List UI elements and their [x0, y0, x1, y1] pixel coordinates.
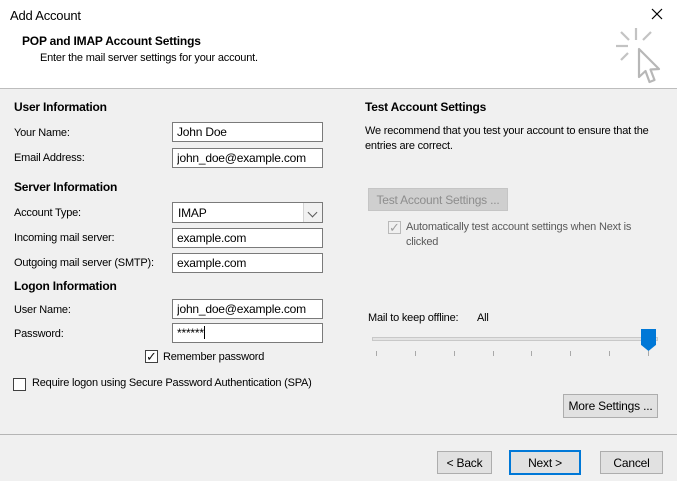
user-name-input[interactable] [172, 299, 323, 319]
account-type-label: Account Type: [14, 207, 81, 219]
remember-password-checkbox[interactable] [145, 349, 158, 365]
test-account-settings-button: Test Account Settings ... [368, 188, 508, 211]
mail-offline-label: Mail to keep offline: [368, 312, 459, 324]
chevron-down-icon [307, 207, 318, 218]
section-test-account-settings: Test Account Settings [365, 100, 487, 114]
incoming-server-label: Incoming mail server: [14, 232, 115, 244]
user-name-label: User Name: [14, 304, 71, 316]
spa-label: Require logon using Secure Password Auth… [32, 377, 312, 389]
back-button[interactable]: < Back [437, 451, 492, 474]
offline-slider-track[interactable] [372, 337, 658, 341]
more-settings-button[interactable]: More Settings ... [563, 394, 658, 418]
your-name-input[interactable] [172, 122, 323, 142]
dropdown-button[interactable] [303, 203, 322, 222]
password-input[interactable]: ****** [172, 323, 323, 343]
your-name-label: Your Name: [14, 127, 70, 139]
auto-test-checkbox [388, 220, 401, 236]
text-caret [203, 326, 205, 339]
wizard-cursor-icon [616, 28, 661, 84]
section-user-information: User Information [14, 100, 107, 114]
remember-password-label: Remember password [163, 351, 265, 363]
email-address-input[interactable] [172, 148, 323, 168]
account-type-value: IMAP [178, 206, 207, 220]
header-subtitle: Enter the mail server settings for your … [40, 52, 258, 64]
outgoing-server-label: Outgoing mail server (SMTP): [14, 257, 154, 269]
section-server-information: Server Information [14, 180, 118, 194]
close-icon[interactable] [650, 7, 664, 21]
footer-divider [0, 434, 677, 435]
header-title: POP and IMAP Account Settings [22, 34, 201, 48]
incoming-server-input[interactable] [172, 228, 323, 248]
cancel-button[interactable]: Cancel [600, 451, 663, 474]
outgoing-server-input[interactable] [172, 253, 323, 273]
auto-test-label: Automatically test account settings when… [406, 221, 632, 248]
slider-ticks [376, 351, 649, 357]
next-button[interactable]: Next > [509, 450, 581, 475]
add-account-dialog: Add Account POP and IMAP Account Setting… [0, 0, 677, 481]
header-divider [0, 88, 677, 89]
test-settings-description: We recommend that you test your account … [365, 125, 649, 152]
section-logon-information: Logon Information [14, 279, 117, 293]
password-label: Password: [14, 328, 64, 340]
window-title: Add Account [10, 8, 81, 23]
spa-checkbox[interactable] [13, 378, 26, 391]
mail-offline-value: All [477, 312, 489, 324]
email-address-label: Email Address: [14, 152, 85, 164]
account-type-dropdown[interactable]: IMAP [172, 202, 323, 223]
